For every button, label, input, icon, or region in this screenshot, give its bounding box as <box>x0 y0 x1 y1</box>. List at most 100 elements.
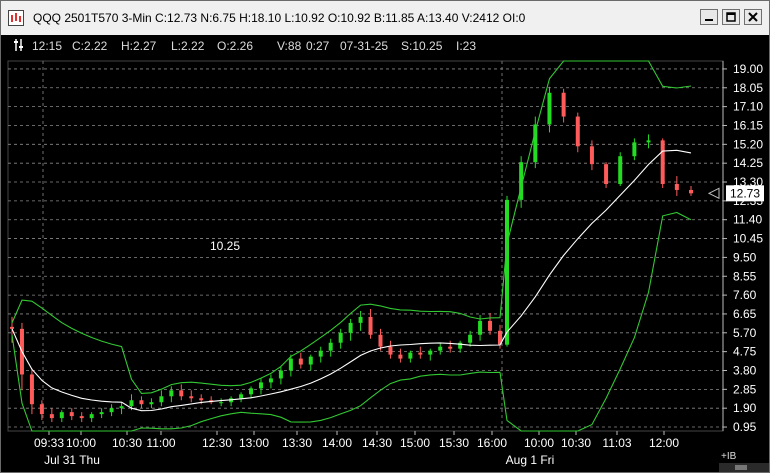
y-tick-label: 5.70 <box>733 326 757 340</box>
readout-date: 07-31-25 <box>340 39 389 53</box>
minimize-button[interactable] <box>700 9 718 25</box>
date-label: Aug 1 Fri <box>506 453 555 467</box>
last-price-arrow <box>707 187 720 200</box>
candle-body <box>338 332 343 343</box>
candle-body <box>288 358 293 371</box>
candle-body <box>298 358 303 365</box>
data-readout-bar: 12:15 C:2.22 H:2.27 L:2.22 O:2.26 V:88 0… <box>1 35 769 57</box>
y-tick-label: 15.20 <box>733 137 763 151</box>
date-label: Jul 31 Thu <box>44 453 100 467</box>
candle-body <box>674 184 679 190</box>
x-tick-label: 13:00 <box>239 436 269 450</box>
candle-body <box>488 320 493 331</box>
chart-app-icon[interactable] <box>8 10 24 26</box>
candle-body <box>448 346 453 349</box>
y-tick-label: 17.10 <box>733 100 763 114</box>
candle-body <box>89 414 94 419</box>
candle-body <box>689 189 693 194</box>
candle-body <box>348 322 353 333</box>
window-title: QQQ 2501T570 3-Min C:12.73 N:6.75 H:18.1… <box>33 11 526 25</box>
y-tick-label: 9.50 <box>733 250 757 264</box>
crosshair-price-label: 10.25 <box>210 239 240 253</box>
y-tick-label: 7.60 <box>733 288 757 302</box>
chart-window: QQQ 2501T570 3-Min C:12.73 N:6.75 H:18.1… <box>0 0 770 473</box>
x-tick-label: 10:00 <box>524 436 554 450</box>
y-tick-label: 3.80 <box>733 363 757 377</box>
candle-body <box>249 388 254 395</box>
x-tick-label: 12:00 <box>649 436 679 450</box>
close-icon <box>748 12 758 22</box>
x-tick-label: 10:30 <box>112 436 142 450</box>
y-tick-label: 2.85 <box>733 382 757 396</box>
x-tick-label: 10:00 <box>66 436 96 450</box>
readout-time: 12:15 <box>32 39 63 53</box>
scroll-handle[interactable] <box>719 459 769 472</box>
maximize-button[interactable] <box>722 9 740 25</box>
candle-body <box>328 342 333 351</box>
upper-band-line <box>11 60 692 394</box>
candle-body <box>278 370 283 379</box>
candle-body <box>59 412 64 419</box>
readout-strike: S:10.25 <box>401 39 443 53</box>
readout-close: C:2.22 <box>72 39 108 53</box>
candle-body <box>179 390 184 397</box>
y-tick-label: 6.65 <box>733 307 757 321</box>
candle-body <box>129 400 134 407</box>
settings-icon[interactable] <box>14 38 24 52</box>
readout-elapsed: 0:27 <box>306 39 330 53</box>
candle-body <box>219 402 224 404</box>
moving-average-line <box>11 149 692 412</box>
minimize-icon <box>705 19 713 21</box>
candle-body <box>646 140 651 143</box>
candle-body <box>589 146 594 165</box>
candle-body <box>378 334 383 347</box>
candle-body <box>189 396 194 399</box>
candle-body <box>119 406 124 409</box>
candle-body <box>561 92 566 117</box>
title-bar[interactable]: QQQ 2501T570 3-Min C:12.73 N:6.75 H:18.1… <box>1 1 769 36</box>
candle-body <box>29 374 34 405</box>
candle-body <box>388 346 393 355</box>
candle-body <box>438 346 443 351</box>
lower-band-line <box>11 211 692 432</box>
close-button[interactable] <box>744 9 762 25</box>
candle-body <box>408 352 413 359</box>
x-tick-label: 15:30 <box>439 436 469 450</box>
candle-body <box>308 356 313 365</box>
y-tick-label: 14.25 <box>733 156 763 170</box>
candle-body <box>318 350 323 357</box>
candle-body <box>139 400 144 405</box>
x-tick-label: 12:30 <box>202 436 232 450</box>
y-tick-label: 4.75 <box>733 345 757 359</box>
y-tick-label: 16.15 <box>733 118 763 132</box>
maximize-icon <box>726 12 736 22</box>
readout-index: I:23 <box>456 39 477 53</box>
x-tick-label: 09:33 <box>34 436 64 450</box>
x-tick-label: 13:30 <box>282 436 312 450</box>
price-chart[interactable]: 19.0018.0517.1016.1515.2014.2513.3012.35… <box>1 57 769 473</box>
readout-low: L:2.22 <box>171 39 205 53</box>
x-tick-label: 16:00 <box>477 436 507 450</box>
candle-body <box>159 396 164 403</box>
last-price-label: 12.73 <box>730 186 760 200</box>
candle-body <box>547 92 552 125</box>
readout-high: H:2.27 <box>121 39 157 53</box>
readout-volume: V:88 <box>277 39 302 53</box>
candle-body <box>428 350 433 355</box>
x-tick-label: 11:03 <box>602 436 631 450</box>
y-tick-label: 1.90 <box>733 401 757 415</box>
candle-body <box>10 326 14 329</box>
candle-body <box>468 334 473 343</box>
candle-body <box>398 354 403 359</box>
candle-body <box>505 199 509 345</box>
candle-body <box>169 390 174 397</box>
x-tick-label: 15:00 <box>400 436 430 450</box>
candle-body <box>478 320 483 335</box>
candle-body <box>69 412 74 417</box>
candle-body <box>418 352 423 355</box>
candle-body <box>660 140 665 185</box>
candle-body <box>618 156 623 185</box>
readout-open: O:2.26 <box>217 39 254 53</box>
x-tick-label: 14:00 <box>322 436 352 450</box>
x-tick-label: 14:30 <box>362 436 392 450</box>
